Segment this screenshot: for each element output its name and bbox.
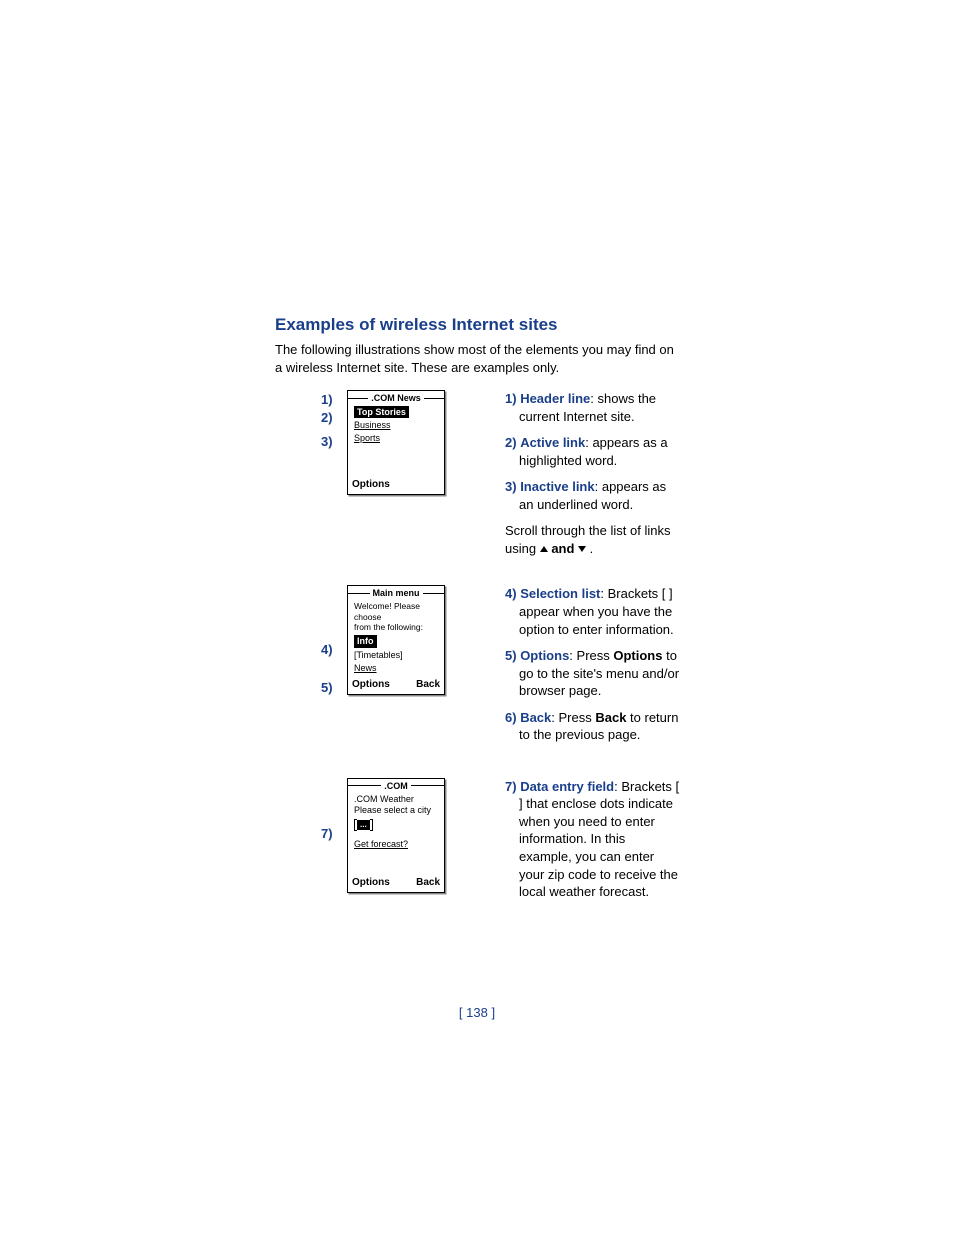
- callout-2: 2): [321, 410, 333, 425]
- screen2-header: Main menu: [370, 588, 423, 598]
- screen2-welcome-1: Welcome! Please choose: [354, 601, 438, 621]
- intro-paragraph: The following illustrations show most of…: [275, 341, 680, 376]
- def-4: 4) Selection list: Brackets [ ] appear w…: [505, 585, 680, 638]
- phone-screen-3: .COM .COM Weather Please select a city .…: [347, 778, 445, 893]
- screen3-softkey-back: Back: [416, 877, 440, 888]
- screen3-entry-brackets: ...: [354, 819, 373, 830]
- screen3-line1: .COM Weather: [354, 794, 438, 805]
- callout-1: 1): [321, 392, 333, 407]
- def-1: 1) Header line: shows the current Intern…: [505, 390, 680, 425]
- screen2-sel-timetables: [Timetables]: [354, 650, 438, 661]
- screen1-link-sports: Sports: [354, 433, 380, 443]
- screen2-welcome-2: from the following:: [354, 622, 438, 632]
- screen2-sel-info: Info: [354, 635, 377, 648]
- down-arrow-icon: [578, 546, 586, 552]
- screen3-softkey-options: Options: [352, 877, 390, 888]
- scroll-note: Scroll through the list of links using a…: [505, 522, 680, 557]
- def-7: 7) Data entry field: Brackets [ ] that e…: [505, 778, 680, 901]
- screen2-softkey-back: Back: [416, 679, 440, 690]
- callout-7: 7): [321, 826, 333, 841]
- callout-3: 3): [321, 434, 333, 449]
- screen3-link-forecast: Get forecast?: [354, 839, 408, 850]
- screen1-active-link: Top Stories: [354, 406, 409, 418]
- screen3-entry-field: ...: [357, 820, 370, 830]
- page-number: [ 138 ]: [0, 1005, 954, 1020]
- screen1-softkey-options: Options: [352, 479, 390, 490]
- screen1-link-business: Business: [354, 420, 391, 430]
- screen3-line2: Please select a city: [354, 805, 438, 816]
- screen2-softkey-options: Options: [352, 679, 390, 690]
- up-arrow-icon: [540, 546, 548, 552]
- def-3: 3) Inactive link: appears as an underlin…: [505, 478, 680, 513]
- section-heading: Examples of wireless Internet sites: [275, 315, 680, 335]
- def-5: 5) Options: Press Options to go to the s…: [505, 647, 680, 700]
- screen1-header: .COM News: [368, 393, 424, 403]
- screen2-link-news: News: [354, 663, 377, 674]
- def-6: 6) Back: Press Back to return to the pre…: [505, 709, 680, 744]
- def-2: 2) Active link: appears as a highlighted…: [505, 434, 680, 469]
- phone-screen-1: .COM News Top Stories Business Sports Op…: [347, 390, 445, 495]
- phone-screen-2: Main menu Welcome! Please choose from th…: [347, 585, 445, 695]
- callout-5: 5): [321, 680, 333, 695]
- screen3-header: .COM: [381, 781, 411, 791]
- callout-4: 4): [321, 642, 333, 657]
